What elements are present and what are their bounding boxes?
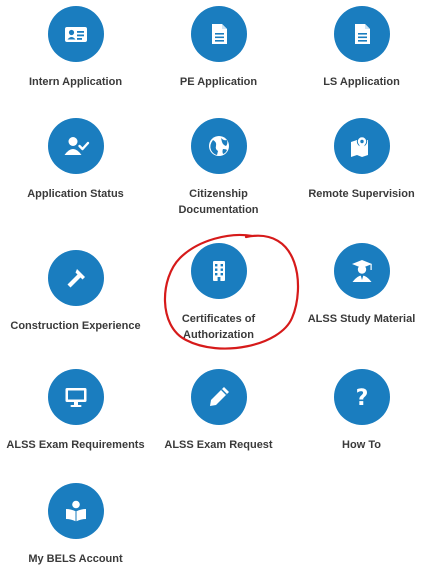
remote-supervision-label: Remote Supervision <box>308 188 415 200</box>
tile-my-bels-account[interactable]: My BELS Account <box>3 483 148 567</box>
alss-study-material-circle <box>333 243 390 299</box>
tile-alss-exam-requirements[interactable]: ALSS Exam Requirements <box>3 369 148 453</box>
certificates-of-authorization-circle <box>190 243 247 299</box>
document-icon <box>354 24 370 44</box>
intern-application-label: Intern Application <box>28 76 123 88</box>
remote-supervision-circle <box>333 118 390 174</box>
map-pin-icon <box>350 136 368 157</box>
certificates-of-authorization-label: Certificates of Authorization <box>181 313 256 341</box>
book-reader-icon <box>65 500 86 522</box>
tile-alss-exam-request[interactable]: ALSS Exam Request <box>146 369 291 453</box>
construction-experience-label: Construction Experience <box>10 320 141 332</box>
alss-exam-requirements-label: ALSS Exam Requirements <box>6 439 145 451</box>
application-status-label: Application Status <box>27 188 124 200</box>
alss-exam-requirements-circle <box>47 369 104 425</box>
ls-application-circle <box>333 6 390 62</box>
svg-text:?: ? <box>355 386 368 411</box>
citizenship-documentation-circle <box>190 118 247 174</box>
application-status-circle <box>47 118 104 174</box>
intern-application-circle <box>47 6 104 62</box>
alss-exam-request-circle <box>190 369 247 425</box>
ls-application-label: LS Application <box>323 76 400 88</box>
tile-certificates-of-authorization[interactable]: Certificates of Authorization <box>146 243 291 343</box>
monitor-icon <box>65 388 86 407</box>
tile-how-to[interactable]: ? How To <box>289 369 434 453</box>
tile-application-status[interactable]: Application Status <box>3 118 148 202</box>
user-check-icon <box>64 137 89 155</box>
pe-application-circle <box>190 6 247 62</box>
how-to-label: How To <box>342 439 381 451</box>
hammer-icon <box>67 269 85 288</box>
tile-ls-application[interactable]: LS Application <box>289 6 434 90</box>
tile-pe-application[interactable]: PE Application <box>146 6 291 90</box>
tile-alss-study-material[interactable]: ALSS Study Material <box>289 243 434 327</box>
alss-study-material-label: ALSS Study Material <box>307 313 416 325</box>
my-bels-account-circle <box>47 483 104 539</box>
construction-experience-circle <box>47 250 104 306</box>
my-bels-account-label: My BELS Account <box>28 553 123 565</box>
alss-exam-request-label: ALSS Exam Request <box>164 439 273 451</box>
tile-citizenship-documentation[interactable]: Citizenship Documentation <box>146 118 291 218</box>
document-icon <box>211 24 227 44</box>
how-to-circle: ? <box>333 369 390 425</box>
citizenship-documentation-label: Citizenship Documentation <box>178 188 259 216</box>
tile-intern-application[interactable]: Intern Application <box>3 6 148 90</box>
tile-construction-experience[interactable]: Construction Experience <box>3 250 148 334</box>
id-card-icon <box>64 27 87 42</box>
graduate-icon <box>351 260 372 282</box>
globe-icon <box>208 136 229 156</box>
building-icon <box>212 261 225 281</box>
pe-application-label: PE Application <box>179 76 258 88</box>
pencil-icon <box>209 387 229 406</box>
tile-remote-supervision[interactable]: Remote Supervision <box>289 118 434 202</box>
question-icon: ? <box>355 386 368 411</box>
